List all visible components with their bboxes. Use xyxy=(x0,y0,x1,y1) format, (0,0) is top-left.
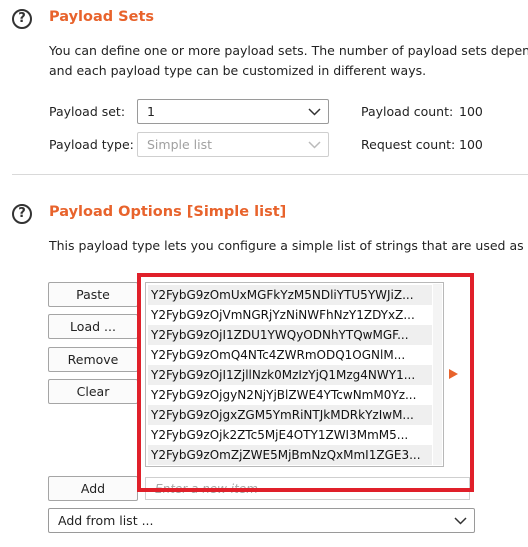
chevron-down-icon xyxy=(454,514,467,527)
add-from-list-select[interactable]: Add from list ... xyxy=(48,508,475,533)
section-divider xyxy=(12,174,528,175)
payload-sets-desc-line1: You can define one or more payload sets.… xyxy=(49,43,528,58)
clear-button[interactable]: Clear xyxy=(48,379,138,404)
payload-count-value: 100 xyxy=(459,104,483,119)
chevron-down-icon xyxy=(308,138,321,151)
payload-options-title: Payload Options [Simple list] xyxy=(49,204,287,220)
payload-type-value: Simple list xyxy=(147,137,213,152)
help-icon[interactable]: ? xyxy=(12,204,32,224)
intruder-payloads-panel: ? Payload Sets You can define one or mor… xyxy=(0,0,528,547)
remove-button[interactable]: Remove xyxy=(48,347,138,372)
payload-type-label: Payload type: xyxy=(49,137,134,152)
payload-options-desc: This payload type lets you configure a s… xyxy=(49,238,528,253)
request-count-value: 100 xyxy=(459,137,483,152)
add-from-list-value: Add from list ... xyxy=(58,513,154,528)
payload-set-value: 1 xyxy=(147,104,155,119)
payload-sets-title: Payload Sets xyxy=(49,9,155,25)
red-highlight-box xyxy=(137,273,474,492)
chevron-down-icon xyxy=(308,105,321,118)
add-button[interactable]: Add xyxy=(48,476,138,501)
payload-set-label: Payload set: xyxy=(49,104,126,119)
request-count-label: Request count: xyxy=(361,137,456,152)
help-icon[interactable]: ? xyxy=(12,9,32,29)
payload-sets-desc-line2: and each payload type can be customized … xyxy=(49,63,427,78)
payload-count-label: Payload count: xyxy=(361,104,454,119)
load-button[interactable]: Load ... xyxy=(48,314,138,339)
payload-set-select[interactable]: 1 xyxy=(137,99,329,124)
paste-button[interactable]: Paste xyxy=(48,282,138,307)
payload-type-select[interactable]: Simple list xyxy=(137,132,329,157)
